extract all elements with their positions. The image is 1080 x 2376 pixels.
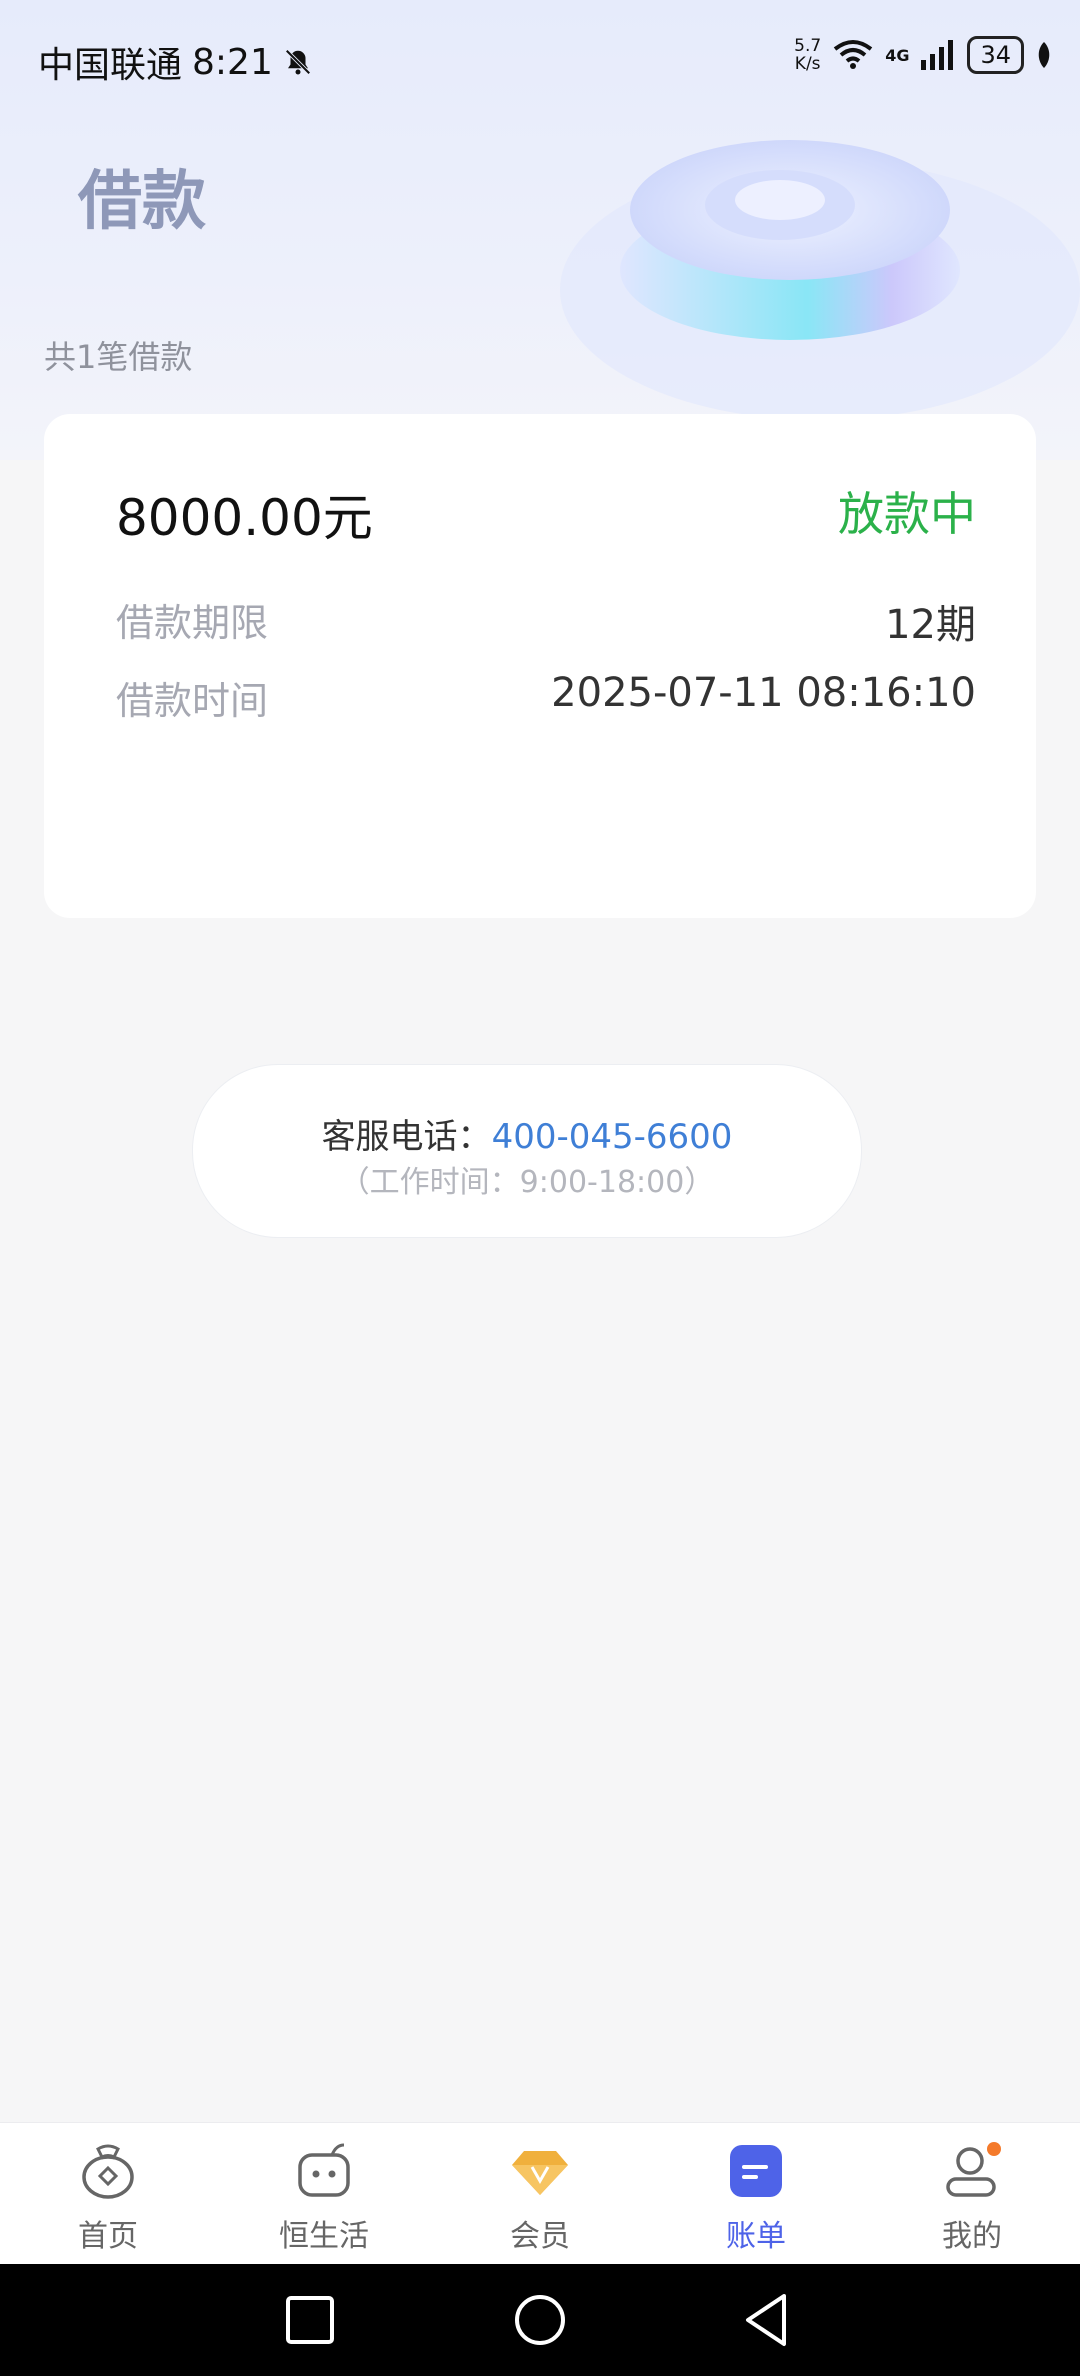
- page-title: 借款: [78, 165, 206, 239]
- bottom-tab-bar: 首页 恒生活 会员 账单 我的: [0, 2122, 1080, 2265]
- customer-service-pill[interactable]: 客服电话：400-045-6600 （工作时间：9:00-18:00）: [192, 1064, 862, 1238]
- net-speed-unit: K/s: [794, 54, 821, 74]
- tab-bill[interactable]: 账单: [648, 2123, 864, 2265]
- net-speed-value: 5.7: [794, 36, 822, 56]
- user-icon: [946, 2142, 1001, 2197]
- tab-life-label: 恒生活: [279, 2219, 369, 2254]
- back-button[interactable]: [738, 2290, 798, 2350]
- loan-amount: 8000.00元: [116, 489, 373, 547]
- loan-card[interactable]: 8000.00元 放款中 借款期限 12期 借款时间 2025-07-11 08…: [44, 414, 1036, 918]
- diamond-icon: [512, 2151, 568, 2195]
- loan-count: 共1笔借款: [44, 338, 193, 376]
- time-label: 借款时间: [116, 679, 269, 723]
- wifi-icon: [833, 40, 873, 69]
- service-hours: （工作时间：9:00-18:00）: [339, 1165, 715, 1200]
- status-bar: 中国联通 8:21 5.7 K/s 4G 34: [0, 0, 1080, 120]
- bell-muted-icon: [285, 49, 311, 75]
- tab-home[interactable]: 首页: [0, 2123, 216, 2265]
- service-label: 客服电话：: [321, 1117, 492, 1157]
- home-button[interactable]: [510, 2290, 570, 2350]
- term-label: 借款期限: [116, 601, 269, 645]
- loan-status: 放款中: [838, 487, 976, 541]
- net-speed: 5.7 K/s: [794, 37, 821, 73]
- bill-icon: [730, 2145, 782, 2197]
- tab-member[interactable]: 会员: [432, 2123, 648, 2265]
- carrier-name: 中国联通: [38, 45, 183, 86]
- network-type: 4G: [885, 45, 910, 65]
- tab-member-label: 会员: [510, 2219, 570, 2254]
- battery-level: 34: [967, 36, 1024, 74]
- tab-life[interactable]: 恒生活: [216, 2123, 432, 2265]
- tab-mine[interactable]: 我的: [864, 2123, 1080, 2265]
- robot-face-icon: [298, 2143, 350, 2197]
- signal-icon: [921, 40, 954, 70]
- service-phone-link[interactable]: 400-045-6600: [492, 1117, 733, 1157]
- money-bag-icon: [82, 2144, 134, 2199]
- term-value: 12期: [885, 602, 976, 648]
- system-navigation-bar: [0, 2264, 1080, 2376]
- tab-bill-label: 账单: [726, 2219, 786, 2254]
- leaf-icon: [1038, 42, 1050, 68]
- service-phone-line: 客服电话：400-045-6600: [193, 1109, 861, 1158]
- time-value: 2025-07-11 08:16:10: [551, 670, 976, 716]
- status-left: 中国联通 8:21: [38, 36, 313, 88]
- clock: 8:21: [192, 41, 273, 83]
- status-right: 5.7 K/s 4G 34: [794, 36, 1052, 74]
- notification-dot: [987, 2142, 1001, 2156]
- recent-apps-button[interactable]: [280, 2290, 340, 2350]
- tab-mine-label: 我的: [942, 2219, 1002, 2254]
- tab-home-label: 首页: [78, 2219, 138, 2254]
- decorative-ring-illustration: [560, 140, 1080, 420]
